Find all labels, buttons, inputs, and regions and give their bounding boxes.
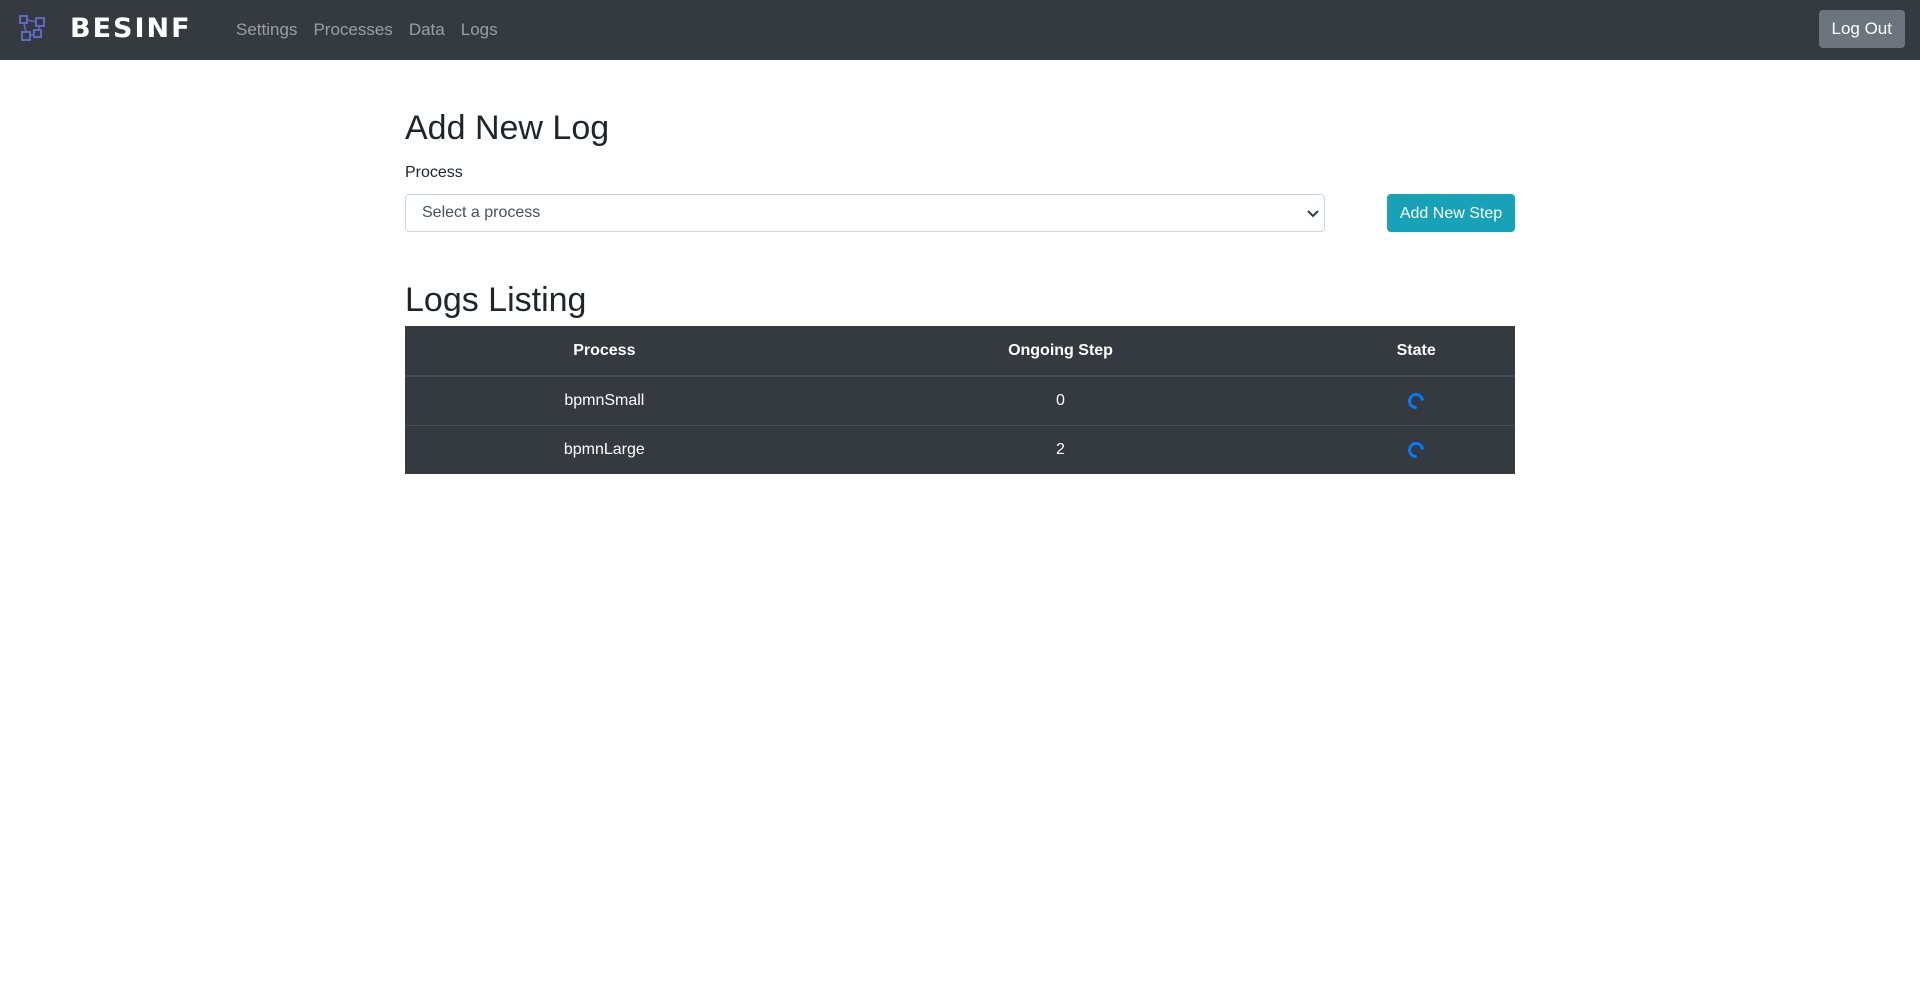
row-process: bpmnLarge [405,424,804,474]
column-header-process: Process [405,326,804,377]
loading-spinner-icon [1404,389,1428,412]
add-new-step-button[interactable]: Add New Step [1387,194,1515,232]
row-state [1317,424,1515,474]
network-diagram-icon[interactable] [18,14,46,42]
brand-name[interactable]: BESINF [70,12,192,46]
row-process: bpmnSmall [564,391,645,409]
row-ongoing-step: 2 [803,424,1318,474]
nav-links: Settings Processes Data Logs [236,0,514,60]
logs-listing-title: Logs Listing [405,281,587,319]
logout-button[interactable]: Log Out [1818,10,1905,48]
process-label: Process [405,164,463,181]
table-header-row: Process Ongoing Step State [405,326,1515,377]
row-state [1317,376,1515,425]
row-ongoing-step: 0 [1056,391,1065,409]
add-log-title: Add New Log [405,109,610,147]
table-row[interactable]: bpmnLarge 2 [405,424,1515,474]
column-header-state: State [1317,326,1515,377]
loading-spinner-icon [1404,438,1428,461]
process-select[interactable]: Select a process [405,194,1325,232]
logs-table: Process Ongoing Step State bpmnSmall 0 b… [405,326,1515,474]
nav-item-logs[interactable]: Logs [461,20,498,40]
nav-item-processes[interactable]: Processes [313,20,392,40]
nav-item-settings[interactable]: Settings [236,20,297,40]
chevron-down-icon [1307,210,1319,218]
column-header-ongoing-step: Ongoing Step [803,326,1318,377]
top-navbar: BESINF Settings Processes Data Logs Log … [0,0,1920,60]
nav-item-data[interactable]: Data [409,20,445,40]
process-select-value: Select a process [422,204,541,221]
table-row[interactable]: bpmnSmall 0 [405,376,1515,425]
